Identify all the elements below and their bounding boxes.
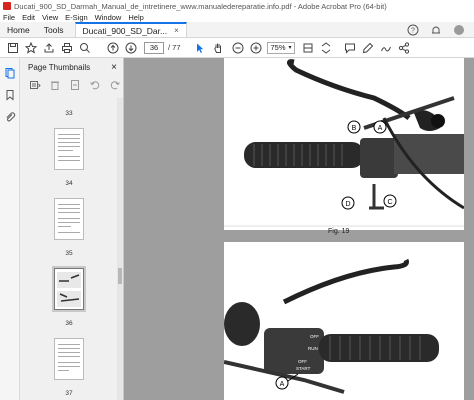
thumbnails-header: Page Thumbnails ×	[20, 58, 123, 76]
page-thumbnails-icon[interactable]	[0, 62, 20, 84]
zoom-in-icon[interactable]	[249, 41, 263, 55]
thumbnail-label: 37	[65, 390, 73, 397]
tab-document[interactable]: Ducati_900_SD_Dar... ×	[74, 22, 187, 37]
window-titlebar: Ducati_900_SD_Darmah_Manual_de_intretine…	[0, 0, 474, 12]
print-icon[interactable]	[60, 41, 74, 55]
callout-d: D	[345, 201, 350, 208]
notifications-bell-icon[interactable]	[429, 23, 443, 37]
window-title: Ducati_900_SD_Darmah_Manual_de_intretine…	[14, 1, 387, 11]
main-toolbar: 36 / 77 75%	[0, 38, 474, 58]
switch-label-off-top: OFF	[310, 334, 319, 339]
search-icon[interactable]	[78, 41, 92, 55]
upload-share-icon[interactable]	[42, 41, 56, 55]
thumbnails-close-button[interactable]: ×	[111, 62, 117, 73]
zoom-out-icon[interactable]	[231, 41, 245, 55]
tab-tools[interactable]: Tools	[37, 22, 71, 37]
tab-document-label: Ducati_900_SD_Dar...	[82, 25, 168, 36]
menu-window[interactable]: Window	[95, 13, 122, 22]
attachments-icon[interactable]	[0, 106, 20, 128]
handlebar-switch-photo-bottom: OFF RUN OFF START A	[223, 258, 439, 394]
callout-a: A	[378, 125, 383, 132]
svg-text:?: ?	[411, 27, 415, 34]
share-icon[interactable]	[397, 41, 411, 55]
callout-a-lower: A	[280, 381, 285, 388]
menu-esign[interactable]: E-Sign	[65, 13, 88, 22]
figure-caption: Fig. 19	[328, 228, 350, 235]
thumbnail-page[interactable]	[54, 338, 84, 380]
zoom-level-select[interactable]: 75%	[266, 41, 295, 54]
handlebar-control-photo-top: B A D C	[224, 59, 465, 227]
previous-page-icon[interactable]	[106, 41, 120, 55]
thumbnails-title: Page Thumbnails	[28, 62, 91, 72]
menu-help[interactable]: Help	[128, 13, 143, 22]
callout-b: B	[352, 125, 357, 132]
document-page-lower: OFF RUN OFF START A	[223, 242, 464, 400]
page-number-input[interactable]: 36	[144, 41, 164, 54]
switch-label-off-bottom: OFF	[298, 359, 307, 364]
thumbnail-page[interactable]	[54, 198, 84, 240]
thumbnails-toolbar	[20, 76, 123, 94]
tab-home[interactable]: Home	[0, 22, 37, 37]
switch-label-start: START	[296, 366, 311, 371]
menu-bar: File Edit View E-Sign Window Help	[0, 12, 474, 22]
help-icon[interactable]: ?	[406, 23, 420, 37]
scroll-mode-icon[interactable]	[319, 41, 333, 55]
thumbnail-page[interactable]	[54, 128, 84, 170]
thumbnails-scroll-thumb[interactable]	[118, 268, 122, 284]
thumbnail-list: 33 34 35 36 37	[20, 98, 118, 400]
thumbnail-label: 36	[65, 320, 73, 327]
account-avatar-icon[interactable]	[452, 23, 466, 37]
fill-sign-icon[interactable]	[379, 41, 393, 55]
menu-file[interactable]: File	[3, 13, 15, 22]
thumbnails-panel: Page Thumbnails × 33 34 35 36 37	[20, 58, 124, 400]
hand-tool-icon[interactable]	[211, 41, 225, 55]
bookmark-star-icon[interactable]	[24, 41, 38, 55]
left-navigation-rail	[0, 58, 20, 400]
tab-bar: Home Tools Ducati_900_SD_Dar... × ?	[0, 22, 474, 38]
page-layout-icon[interactable]	[301, 41, 315, 55]
acrobat-app-icon	[3, 2, 11, 10]
save-icon[interactable]	[6, 41, 20, 55]
next-page-icon[interactable]	[124, 41, 138, 55]
page-total: / 77	[168, 43, 181, 52]
callout-c: C	[387, 199, 392, 206]
thumbnail-options-icon[interactable]	[28, 78, 42, 92]
thumbnail-page-selected[interactable]	[52, 266, 86, 312]
delete-page-icon[interactable]	[48, 78, 62, 92]
highlight-pen-icon[interactable]	[361, 41, 375, 55]
thumbnail-label: 33	[65, 110, 73, 117]
thumbnail-label: 35	[65, 250, 73, 257]
document-page-upper: B A D C Fig. 19	[224, 58, 465, 235]
rotate-left-icon[interactable]	[88, 78, 102, 92]
select-cursor-icon[interactable]	[193, 41, 207, 55]
tab-close-button[interactable]: ×	[174, 26, 179, 35]
menu-edit[interactable]: Edit	[22, 13, 35, 22]
document-view[interactable]: B A D C Fig. 19 OFF RUN OFF START A	[124, 58, 474, 400]
thumbnails-scrollbar[interactable]	[117, 98, 123, 400]
menu-view[interactable]: View	[42, 13, 58, 22]
rotate-right-icon[interactable]	[108, 78, 122, 92]
thumbnail-label: 34	[65, 180, 73, 187]
bookmarks-icon[interactable]	[0, 84, 20, 106]
comment-icon[interactable]	[343, 41, 357, 55]
insert-page-icon[interactable]	[68, 78, 82, 92]
switch-label-run: RUN	[308, 346, 318, 351]
